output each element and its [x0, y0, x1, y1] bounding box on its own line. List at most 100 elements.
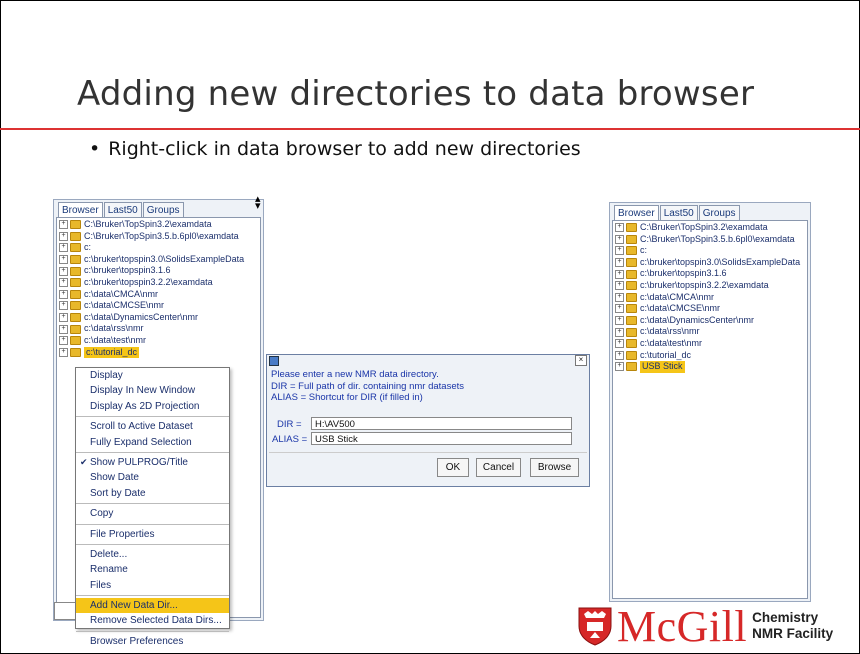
- tree-item-label: C:\Bruker\TopSpin3.5.b.6pl0\examdata: [84, 230, 239, 241]
- expand-icon[interactable]: +: [615, 327, 624, 337]
- menu-item[interactable]: Delete...: [76, 547, 229, 562]
- tree-item[interactable]: + c:\tutorial_dc: [615, 350, 800, 362]
- menu-item-label: Show Date: [90, 472, 139, 484]
- menu-item[interactable]: Show Date: [76, 470, 229, 485]
- menu-item[interactable]: File Properties: [76, 527, 229, 542]
- checkmark-icon: ✔: [80, 456, 88, 467]
- tree-item[interactable]: + c:\bruker\topspin3.2.2\examdata: [59, 277, 244, 289]
- tree-item[interactable]: + c:: [615, 245, 800, 257]
- tree-item-label: c:\data\DynamicsCenter\nmr: [640, 314, 755, 325]
- tree-item-label: c:\data\test\nmr: [640, 337, 703, 348]
- menu-item[interactable]: ✔ Show PULPROG/Title: [76, 455, 229, 470]
- tree-item[interactable]: + c:\bruker\topspin3.1.6: [615, 268, 800, 280]
- tree-item-label: c:\data\rss\nmr: [84, 323, 144, 334]
- tree-item[interactable]: + c:\bruker\topspin3.0\SolidsExampleData: [59, 254, 244, 266]
- expand-icon[interactable]: +: [59, 243, 68, 253]
- expand-icon[interactable]: +: [59, 266, 68, 276]
- expand-icon[interactable]: +: [615, 339, 624, 349]
- tab-groups[interactable]: Groups: [142, 202, 184, 218]
- tab-last50[interactable]: Last50: [659, 205, 698, 221]
- expand-icon[interactable]: +: [59, 301, 68, 311]
- menu-item[interactable]: Fully Expand Selection: [76, 435, 229, 450]
- mcgill-shield-icon: [578, 607, 612, 646]
- tab-last50[interactable]: Last50: [103, 202, 142, 218]
- expand-icon[interactable]: +: [59, 347, 68, 357]
- menu-item[interactable]: Remove Selected Data Dirs...: [76, 613, 229, 628]
- menu-item[interactable]: Display In New Window: [76, 383, 229, 398]
- expand-icon[interactable]: +: [615, 362, 624, 372]
- context-menu: Display Display In New Window Display As 2…: [75, 367, 230, 647]
- tree-item[interactable]: + c:\data\rss\nmr: [615, 326, 800, 338]
- app-icon: [269, 356, 279, 366]
- dir-input[interactable]: H:\AV500: [311, 417, 572, 430]
- tree-item[interactable]: + c:\data\CMCA\nmr: [615, 292, 800, 304]
- alias-input[interactable]: USB Stick: [311, 432, 572, 445]
- tab-browser[interactable]: Browser: [614, 205, 659, 221]
- menu-item[interactable]: Add New Data Dir...: [76, 598, 229, 614]
- tree-item[interactable]: + c:\data\DynamicsCenter\nmr: [59, 312, 244, 324]
- menu-item[interactable]: Copy: [76, 506, 229, 521]
- expand-icon[interactable]: +: [59, 220, 68, 230]
- tree-item[interactable]: + c:\data\test\nmr: [615, 338, 800, 350]
- tree-item[interactable]: + C:\Bruker\TopSpin3.5.b.6pl0\examdata: [615, 234, 800, 246]
- expand-icon[interactable]: +: [615, 258, 624, 268]
- tree-item[interactable]: + c:\data\CMCSE\nmr: [615, 303, 800, 315]
- expand-icon[interactable]: +: [615, 292, 624, 302]
- ok-button[interactable]: OK: [437, 458, 469, 477]
- expand-icon[interactable]: +: [615, 316, 624, 326]
- menu-item[interactable]: Files: [76, 578, 229, 593]
- expand-icon[interactable]: +: [59, 313, 68, 323]
- menu-item[interactable]: Rename: [76, 562, 229, 577]
- menu-item-label: Files: [90, 579, 112, 591]
- close-icon[interactable]: ×: [575, 355, 587, 366]
- tree-item[interactable]: + c:\bruker\topspin3.1.6: [59, 265, 244, 277]
- directory-tree: + C:\Bruker\TopSpin3.2\examdata + C:\Bruker…: [59, 219, 244, 359]
- expand-icon[interactable]: +: [59, 289, 68, 299]
- menu-item[interactable]: Display: [76, 368, 229, 383]
- menu-separator: [76, 543, 229, 545]
- tab-groups[interactable]: Groups: [698, 205, 740, 221]
- tree-item[interactable]: + c:\data\DynamicsCenter\nmr: [615, 315, 800, 327]
- tree-item[interactable]: + USB Stick: [615, 361, 800, 373]
- dialog-message-line: ALIAS = Shortcut for DIR (if filled in): [271, 392, 423, 403]
- slide-bullet: • Right-click in data browser to add new …: [89, 138, 581, 160]
- menu-item-label: Copy: [90, 508, 114, 520]
- menu-item[interactable]: Browser Preferences: [76, 634, 229, 649]
- expand-icon[interactable]: +: [59, 231, 68, 241]
- expand-icon[interactable]: +: [615, 350, 624, 360]
- expand-icon[interactable]: +: [615, 269, 624, 279]
- tree-item[interactable]: + c:\data\test\nmr: [59, 335, 244, 347]
- expand-icon[interactable]: +: [59, 336, 68, 346]
- folder-icon: [626, 316, 637, 326]
- expand-icon[interactable]: +: [615, 246, 624, 256]
- menu-item[interactable]: Sort by Date: [76, 486, 229, 501]
- expand-icon[interactable]: +: [615, 281, 624, 291]
- mcgill-logo: McGill Chemistry NMR Facility: [577, 602, 833, 651]
- tree-item[interactable]: + C:\Bruker\TopSpin3.2\examdata: [59, 219, 244, 231]
- tree-item[interactable]: + c:\bruker\topspin3.0\SolidsExampleData: [615, 257, 800, 269]
- browse-button[interactable]: Browse: [530, 458, 579, 477]
- expand-icon[interactable]: +: [615, 304, 624, 314]
- tree-item-label: c:\data\test\nmr: [84, 334, 147, 345]
- folder-icon: [626, 327, 637, 337]
- tree-item[interactable]: + c:\data\CMCSE\nmr: [59, 300, 244, 312]
- menu-item[interactable]: Display As 2D Projection: [76, 399, 229, 414]
- logo-subtitle: Chemistry NMR Facility: [752, 610, 833, 642]
- tree-item[interactable]: + C:\Bruker\TopSpin3.5.b.6pl0\examdata: [59, 231, 244, 243]
- menu-item[interactable]: Scroll to Active Dataset: [76, 419, 229, 434]
- expand-icon[interactable]: +: [59, 255, 68, 265]
- expand-icon[interactable]: +: [59, 278, 68, 288]
- tree-item[interactable]: + c:\tutorial_dc: [59, 346, 244, 359]
- tree-item[interactable]: + c:: [59, 242, 244, 254]
- cancel-button[interactable]: Cancel: [476, 458, 521, 477]
- splitter-arrow-icon[interactable]: ▴ ▾: [255, 194, 261, 212]
- tree-item[interactable]: + c:\data\rss\nmr: [59, 323, 244, 335]
- tree-item[interactable]: + c:\data\CMCA\nmr: [59, 289, 244, 301]
- expand-icon[interactable]: +: [615, 234, 624, 244]
- tree-item[interactable]: + C:\Bruker\TopSpin3.2\examdata: [615, 222, 800, 234]
- bullet-text: Right-click in data browser to add new d…: [108, 138, 581, 160]
- expand-icon[interactable]: +: [615, 223, 624, 233]
- tab-browser[interactable]: Browser: [58, 202, 103, 218]
- tree-item[interactable]: + c:\bruker\topspin3.2.2\examdata: [615, 280, 800, 292]
- expand-icon[interactable]: +: [59, 324, 68, 334]
